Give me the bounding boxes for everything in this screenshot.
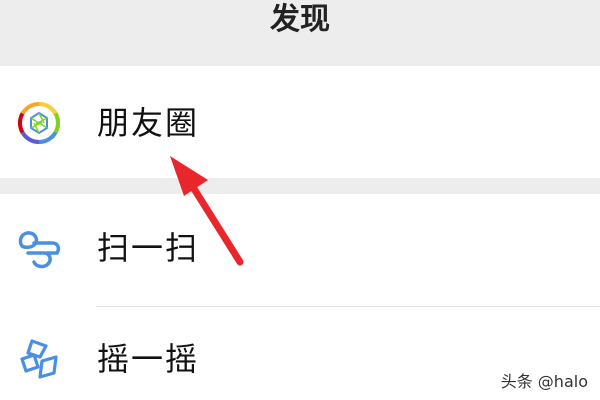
menu-item-moments[interactable]: 朋友圈 — [0, 68, 600, 178]
moments-icon — [17, 101, 61, 145]
nav-header: 发现 — [0, 0, 600, 66]
menu-item-scan[interactable]: 扫一扫 — [0, 194, 600, 306]
menu-item-label: 扫一扫 — [97, 229, 200, 267]
watermark-text: 头条 @halo — [500, 372, 588, 391]
shake-icon — [20, 339, 58, 379]
page-title: 发现 — [270, 2, 330, 37]
scan-icon — [18, 231, 61, 269]
menu-item-label: 朋友圈 — [97, 104, 200, 142]
section-gap — [0, 178, 600, 194]
menu-item-label: 摇一摇 — [97, 340, 200, 378]
